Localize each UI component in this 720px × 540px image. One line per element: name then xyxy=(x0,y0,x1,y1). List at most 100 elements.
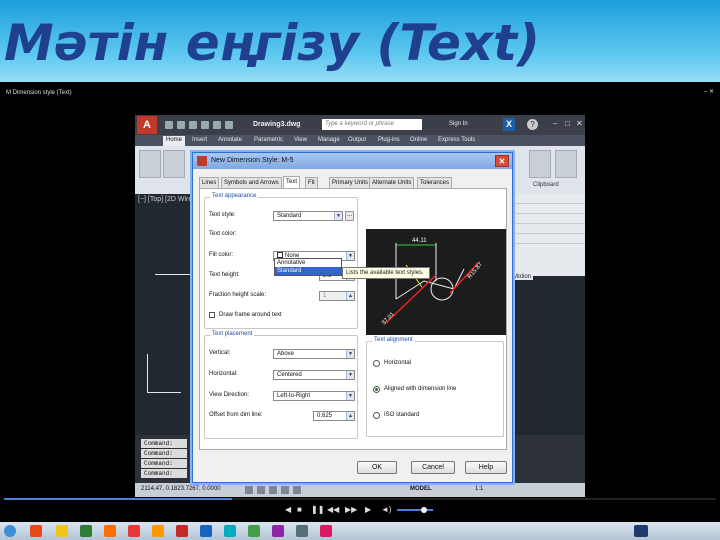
word-icon[interactable] xyxy=(200,525,212,537)
media-controls: ◀ ■ ❚❚ ◀◀ ▶▶ ▶ ◄) xyxy=(285,505,435,515)
chevron-down-icon[interactable]: ▼ xyxy=(346,252,354,260)
volume-icon[interactable]: ◄) xyxy=(381,505,392,515)
snap-icon[interactable] xyxy=(245,486,253,494)
rewind-icon[interactable]: ◀◀ xyxy=(327,505,339,515)
fill-color-label: Fill color: xyxy=(209,252,234,258)
media-icon[interactable] xyxy=(80,525,92,537)
help-button[interactable]: Help xyxy=(465,461,507,474)
player-pause-icon[interactable] xyxy=(634,525,648,537)
minimize-icon[interactable]: – xyxy=(553,119,557,128)
dialog-close-icon[interactable]: ✕ xyxy=(495,155,509,167)
redo-icon[interactable] xyxy=(225,121,233,129)
app-icon[interactable] xyxy=(272,525,284,537)
autocad-logo-icon[interactable]: A xyxy=(137,116,157,134)
tab-tolerances[interactable]: Tolerances xyxy=(417,177,453,188)
chevron-down-icon[interactable]: ▼ xyxy=(346,350,354,358)
skip-forward-icon[interactable]: ▶▶ xyxy=(345,505,357,515)
copy-icon[interactable] xyxy=(555,150,577,178)
paste-icon[interactable] xyxy=(529,150,551,178)
polar-icon[interactable] xyxy=(281,486,289,494)
folder-icon[interactable] xyxy=(56,525,68,537)
app-icon[interactable] xyxy=(320,525,332,537)
panel-row[interactable] xyxy=(509,224,585,234)
ok-icon[interactable] xyxy=(152,525,164,537)
print-icon[interactable] xyxy=(201,121,209,129)
stop-icon[interactable]: ■ xyxy=(297,505,302,515)
tab-manage[interactable]: Manage xyxy=(315,136,343,146)
yandex-icon[interactable] xyxy=(104,525,116,537)
tab-home[interactable]: Home xyxy=(163,136,186,146)
tab-parametric[interactable]: Parametric xyxy=(251,136,286,146)
chrome-icon[interactable] xyxy=(30,525,42,537)
tab-fit[interactable]: Fit xyxy=(305,177,318,188)
polyline-tool-icon[interactable] xyxy=(163,150,185,178)
line-tool-icon[interactable] xyxy=(139,150,161,178)
tab-lines[interactable]: Lines xyxy=(199,177,220,188)
panel-row[interactable] xyxy=(509,204,585,214)
tab-annotate[interactable]: Annotate xyxy=(215,136,245,146)
sign-in-link[interactable]: Sign In xyxy=(449,121,468,127)
panel-row[interactable] xyxy=(509,194,585,204)
tab-output[interactable]: Output xyxy=(345,136,369,146)
search-input[interactable]: Type a keyword or phrase xyxy=(322,119,422,130)
tab-express-tools[interactable]: Express Tools xyxy=(435,136,478,146)
properties-panel xyxy=(509,194,585,276)
tab-symbols-arrows[interactable]: Symbols and Arrows xyxy=(221,177,282,188)
slide-title: Мәтін еңгізу (Text) xyxy=(4,14,540,72)
close-icon[interactable]: ✕ xyxy=(576,119,583,128)
tab-view[interactable]: View xyxy=(291,136,310,146)
previous-icon[interactable]: ◀ xyxy=(285,505,291,515)
ortho-icon[interactable] xyxy=(269,486,277,494)
tab-primary-units[interactable]: Primary Units xyxy=(329,177,372,188)
model-space-button[interactable]: MODEL xyxy=(410,486,432,492)
tab-insert[interactable]: Insert xyxy=(189,136,210,146)
panel-row[interactable] xyxy=(509,214,585,224)
chevron-down-icon[interactable]: ▼ xyxy=(334,212,342,220)
torrent-icon[interactable] xyxy=(248,525,260,537)
new-file-icon[interactable] xyxy=(165,121,173,129)
volume-knob[interactable] xyxy=(421,507,427,513)
next-icon[interactable]: ▶ xyxy=(365,505,371,515)
player-doc-title: M Dimension style (Text) xyxy=(6,90,72,96)
ok-button[interactable]: OK xyxy=(357,461,397,474)
vertical-select[interactable]: Above ▼ xyxy=(273,349,355,359)
tab-text[interactable]: Text xyxy=(283,176,301,188)
osnap-icon[interactable] xyxy=(293,486,301,494)
autocad-taskbar-icon[interactable] xyxy=(176,525,188,537)
offset-input[interactable]: 0.625 ▲ xyxy=(313,411,355,421)
style-option-annotative[interactable]: Annotative xyxy=(275,259,341,267)
radio-iso[interactable] xyxy=(373,412,380,419)
view-direction-select[interactable]: Left-to-Right ▼ xyxy=(273,391,355,401)
style-option-standard[interactable]: Standard xyxy=(275,267,341,275)
grid-icon[interactable] xyxy=(257,486,265,494)
volume-slider[interactable] xyxy=(397,509,433,511)
maximize-icon[interactable]: □ xyxy=(565,119,570,128)
radio-horizontal[interactable] xyxy=(373,360,380,367)
radio-aligned[interactable] xyxy=(373,386,380,393)
annotation-scale[interactable]: 1:1 xyxy=(475,486,483,492)
spinner-icon[interactable]: ▲ xyxy=(346,412,354,420)
undo-icon[interactable] xyxy=(213,121,221,129)
chevron-down-icon[interactable]: ▼ xyxy=(346,371,354,379)
app-icon[interactable] xyxy=(296,525,308,537)
open-file-icon[interactable] xyxy=(177,121,185,129)
exchange-x-icon[interactable]: X xyxy=(503,118,515,131)
pause-icon[interactable]: ❚❚ xyxy=(311,505,324,515)
skype-icon[interactable] xyxy=(224,525,236,537)
cancel-button[interactable]: Cancel xyxy=(411,461,455,474)
draw-frame-checkbox[interactable] xyxy=(209,312,215,318)
tab-plugins[interactable]: Plug-ins xyxy=(375,136,403,146)
chevron-down-icon[interactable]: ▼ xyxy=(346,392,354,400)
tab-alternate-units[interactable]: Alternate Units xyxy=(369,177,415,188)
panel-row[interactable] xyxy=(509,234,585,244)
tab-online[interactable]: Online xyxy=(407,136,430,146)
text-style-browse-button[interactable]: … xyxy=(345,211,354,221)
text-style-select[interactable]: Standard ▼ xyxy=(273,211,343,221)
player-window-controls[interactable]: – ✕ xyxy=(704,88,714,95)
start-button-icon[interactable] xyxy=(4,525,16,537)
help-icon[interactable]: ? xyxy=(527,119,538,130)
save-icon[interactable] xyxy=(189,121,197,129)
browser-icon[interactable] xyxy=(128,525,140,537)
horizontal-select[interactable]: Centered ▼ xyxy=(273,370,355,380)
command-line[interactable]: Command: xyxy=(141,469,187,478)
